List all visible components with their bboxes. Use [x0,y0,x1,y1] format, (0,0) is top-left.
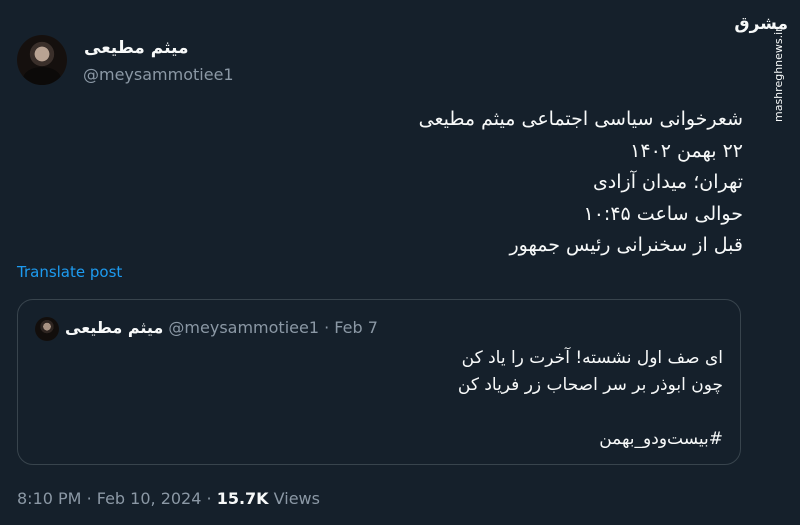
quoted-author-avatar [35,317,59,341]
views-count: 15.7K [216,489,269,508]
separator-dot: · [324,318,330,337]
tweet-line: شعرخوانی سیاسی اجتماعی میثم مطیعی [418,108,743,130]
watermark-strip: مشرق mashreghnews.ir [734,0,800,525]
quoted-tweet-header: میثم مطیعی @meysammotiee1 · Feb 7 [65,318,378,337]
tweet-text: شعرخوانی سیاسی اجتماعی میثم مطیعی ۲۲ بهم… [143,104,743,262]
separator-dot: · [86,489,92,508]
author-handle[interactable]: @meysammotiee1 [83,65,234,84]
quoted-author-handle: @meysammotiee1 [168,318,320,337]
tweet-line: ۲۲ بهمن ۱۴۰۲ [630,139,743,162]
quoted-author-name: میثم مطیعی [65,318,164,337]
quoted-tweet-date: Feb 7 [334,318,378,337]
tweet-line: حوالی ساعت ۱۰:۴۵ [583,202,743,225]
watermark-url: mashreghnews.ir [772,27,785,122]
tweet-line: قبل از سخنرانی رئیس جمهور [509,234,743,256]
quoted-line [123,399,723,426]
quoted-tweet[interactable]: میثم مطیعی @meysammotiee1 · Feb 7 ای صف … [17,299,741,465]
hashtag-link[interactable]: #بیست‌ودو_بهمن [123,426,723,453]
tweet-line: تهران؛ میدان آزادی [592,171,743,193]
author-name[interactable]: میثم مطیعی [84,38,188,58]
author-avatar[interactable] [17,35,67,85]
tweet-meta: 8:10 PM · Feb 10, 2024 · 15.7K Views [17,489,320,508]
quoted-line: ای صف اول نشسته! آخرت را یاد کن [461,348,723,368]
quoted-line: چون ابوذر بر سر اصحاب زر فریاد کن [457,375,723,395]
translate-post-link[interactable]: Translate post [17,263,122,281]
tweet-time[interactable]: 8:10 PM [17,489,81,508]
views-label: Views [273,489,320,508]
tweet-date[interactable]: Feb 10, 2024 [97,489,202,508]
quoted-tweet-text: ای صف اول نشسته! آخرت را یاد کن چون ابوذ… [123,345,723,453]
tweet-card: میثم مطیعی @meysammotiee1 شعرخوانی سیاسی… [0,0,760,525]
separator-dot: · [206,489,212,508]
